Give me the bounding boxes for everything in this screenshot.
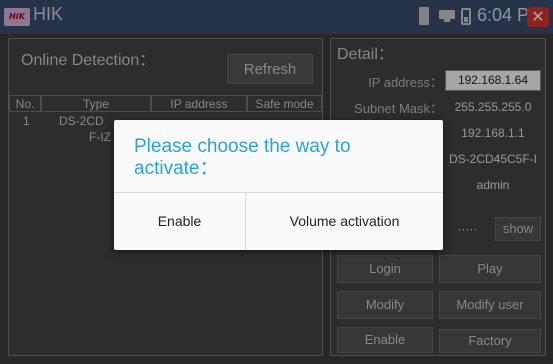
enable-activation-button[interactable]: Enable [114,193,245,250]
volume-activation-button[interactable]: Volume activation [246,193,443,250]
activation-dialog: Please choose the way to activate： Enabl… [114,120,443,250]
app-screen: HIK HIK 6:04 PM ✕ Online Detection： Refr… [0,0,553,364]
dialog-title: Please choose the way to activate： [134,136,351,179]
